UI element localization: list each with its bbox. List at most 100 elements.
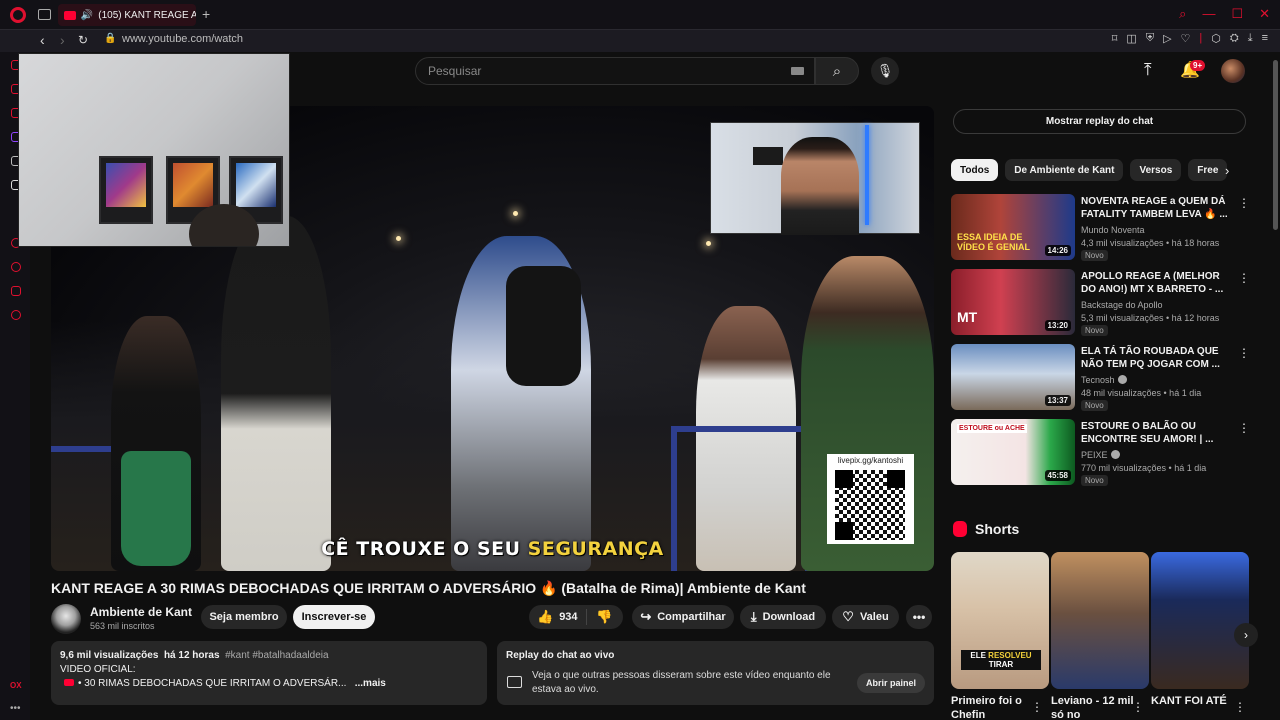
chip-channel[interactable]: De Ambiente de Kant xyxy=(1005,159,1124,181)
recommendation-item[interactable]: MT 13:20 APOLLO REAGE A (MELHOR DO ANO!)… xyxy=(951,269,1256,339)
extensions-icon[interactable]: ⬡ xyxy=(1211,32,1221,45)
channel-name[interactable]: Backstage do Apollo xyxy=(1081,300,1163,310)
channel-name[interactable]: Ambiente de Kant xyxy=(90,605,192,619)
short-title[interactable]: KANT FOI ATÉ xyxy=(1151,694,1241,720)
sidebar-extensions-icon[interactable] xyxy=(11,286,21,296)
chip-versos[interactable]: Versos xyxy=(1130,159,1182,181)
downloads-icon[interactable]: ⤓ xyxy=(1248,32,1253,45)
description-link[interactable]: 30 RIMAS DEBOCHADAS QUE IRRITAM O ADVERS… xyxy=(84,678,346,689)
minimize-icon[interactable]: — xyxy=(1202,6,1215,22)
more-vertical-icon[interactable]: ⋮ xyxy=(1238,271,1250,285)
sidebar-settings-icon[interactable] xyxy=(11,310,21,320)
subscribe-button[interactable]: Inscrever-se xyxy=(293,605,375,629)
video-title[interactable]: ESTOURE O BALÃO OU ENCONTRE SEU AMOR! | … xyxy=(1081,420,1231,446)
description-line: VIDEO OFICIAL: xyxy=(60,664,136,675)
speaker-icon[interactable]: 🔊 xyxy=(81,10,93,21)
download-icon: ⤓ xyxy=(750,609,757,624)
thumbs-down-icon: 👎 xyxy=(596,609,613,624)
short-title[interactable]: Leviano - 12 mil só no xyxy=(1051,694,1141,720)
search-input[interactable] xyxy=(428,64,788,78)
sidebar-more-icon[interactable]: ••• xyxy=(10,703,21,714)
channel-avatar[interactable] xyxy=(51,604,81,634)
close-icon[interactable]: ✕ xyxy=(1259,6,1270,22)
more-actions-button[interactable]: ••• xyxy=(906,605,932,629)
more-vertical-icon[interactable]: ⋮ xyxy=(1238,421,1250,435)
channel-name[interactable]: Tecnosh xyxy=(1081,375,1127,385)
ox-logo-icon[interactable]: OX xyxy=(10,681,22,690)
chat-replay-card-title: Replay do chat ao vivo xyxy=(506,650,615,661)
tab-bar: 🔊 (105) KANT REAGE A + ⌕ — ☐ ✕ xyxy=(0,0,1280,30)
more-vertical-icon[interactable]: ⋮ xyxy=(1238,196,1250,210)
pip-overlay-video[interactable] xyxy=(18,53,290,247)
download-button[interactable]: ⤓ Download xyxy=(740,605,826,629)
sidebar-history-icon[interactable] xyxy=(11,262,21,272)
more-vertical-icon[interactable]: ⋮ xyxy=(1031,700,1043,714)
recommendation-item[interactable]: ESSA IDEIA DE VÍDEO É GENIAL 14:26 NOVEN… xyxy=(951,194,1256,264)
channel-name[interactable]: PEIXE xyxy=(1081,450,1120,460)
more-vertical-icon[interactable]: ⋮ xyxy=(1238,346,1250,360)
shorts-next-button[interactable]: › xyxy=(1234,623,1258,647)
chip-all[interactable]: Todos xyxy=(951,159,999,181)
short-title[interactable]: Primeiro foi o Chefin xyxy=(951,694,1041,720)
back-icon[interactable]: ‹ xyxy=(40,32,45,48)
video-thumbnail[interactable]: ESTOURE ou ACHE 45:58 xyxy=(951,419,1075,485)
scrollbar-thumb[interactable] xyxy=(1273,60,1278,230)
more-vertical-icon[interactable]: ⋮ xyxy=(1132,700,1144,714)
new-tab-icon[interactable]: + xyxy=(202,6,210,22)
show-more-link[interactable]: ...mais xyxy=(355,678,386,689)
video-thumbnail[interactable]: 13:37 xyxy=(951,344,1075,410)
voice-search-button[interactable]: 🎙 xyxy=(871,57,899,85)
maximize-icon[interactable]: ☐ xyxy=(1231,6,1243,22)
open-panel-button[interactable]: Abrir painel xyxy=(857,673,925,693)
player-icon[interactable]: ▷ xyxy=(1163,32,1171,45)
short-thumbnail[interactable] xyxy=(1051,552,1149,689)
chip-free[interactable]: Free xyxy=(1188,159,1228,181)
more-vertical-icon[interactable]: ⋮ xyxy=(1234,700,1246,714)
like-button[interactable]: 👍 934 xyxy=(529,609,587,625)
like-dislike-group: 👍 934 👎 xyxy=(529,605,623,629)
keyboard-icon[interactable] xyxy=(791,67,804,75)
dislike-button[interactable]: 👎 xyxy=(587,609,612,625)
video-title: KANT REAGE A 30 RIMAS DEBOCHADAS QUE IRR… xyxy=(51,580,806,596)
reload-icon[interactable]: ↻ xyxy=(78,33,88,47)
account-avatar[interactable] xyxy=(1221,59,1245,83)
bookmark-icon[interactable]: ⌑ xyxy=(1112,32,1118,45)
share-button[interactable]: ↪ Compartilhar xyxy=(632,605,734,629)
video-thumbnail[interactable]: MT 13:20 xyxy=(951,269,1075,335)
search-button[interactable]: ⌕ xyxy=(815,57,859,85)
channel-name[interactable]: Mundo Noventa xyxy=(1081,225,1145,235)
short-thumbnail[interactable]: ELE RESOLVEU TIRAR xyxy=(951,552,1049,689)
join-button[interactable]: Seja membro xyxy=(201,605,287,629)
heart-icon[interactable]: ♡ xyxy=(1181,32,1191,45)
video-title[interactable]: APOLLO REAGE A (MELHOR DO ANO!) MT X BAR… xyxy=(1081,270,1231,296)
search-box[interactable] xyxy=(415,57,815,85)
short-thumbnail[interactable] xyxy=(1151,552,1249,689)
description-box[interactable]: 9,6 mil visualizações há 12 horas #kant … xyxy=(51,641,487,705)
video-thumbnail[interactable]: ESSA IDEIA DE VÍDEO É GENIAL 14:26 xyxy=(951,194,1075,260)
share-label: Compartilhar xyxy=(657,611,726,623)
video-title[interactable]: NOVENTA REAGE a QUEM DÁ FATALITY TAMBEM … xyxy=(1081,195,1231,221)
shield-icon[interactable]: ⛨ xyxy=(1146,32,1154,45)
video-title[interactable]: ELA TÁ TÃO ROUBADA QUE NÃO TEM PQ JOGAR … xyxy=(1081,345,1231,371)
url-field[interactable]: www.youtube.com/watch xyxy=(122,33,243,45)
thumbnail-text: ESSA IDEIA DE VÍDEO É GENIAL xyxy=(957,232,1031,252)
tab-overview-icon[interactable] xyxy=(38,9,51,20)
tab-youtube[interactable]: 🔊 (105) KANT REAGE A xyxy=(58,4,196,26)
menu-icon[interactable]: ≡ xyxy=(1262,32,1268,45)
show-chat-replay-button[interactable]: Mostrar replay do chat xyxy=(953,109,1246,134)
upload-icon[interactable]: ⤒ xyxy=(1144,60,1152,80)
chevron-right-icon[interactable]: › xyxy=(1225,163,1229,178)
recommendation-item[interactable]: 13:37 ELA TÁ TÃO ROUBADA QUE NÃO TEM PQ … xyxy=(951,344,1256,414)
lock-icon[interactable]: 🔒 xyxy=(104,33,116,44)
upload-age: há 12 horas xyxy=(163,650,220,661)
like-count: 934 xyxy=(559,611,578,623)
video-duration: 13:20 xyxy=(1044,320,1071,331)
search-tabs-icon[interactable]: ⌕ xyxy=(1179,6,1186,22)
recommendation-item[interactable]: ESTOURE ou ACHE 45:58 ESTOURE O BALÃO OU… xyxy=(951,419,1256,489)
forward-icon[interactable]: › xyxy=(60,32,65,48)
opera-logo-icon[interactable] xyxy=(10,7,26,23)
snapshot-icon[interactable]: ◫ xyxy=(1126,32,1136,45)
hashtags[interactable]: #kant #batalhadaaldeia xyxy=(225,650,328,661)
vpn-icon[interactable]: ⛭ xyxy=(1230,32,1239,45)
thanks-button[interactable]: ♡ Valeu xyxy=(832,605,899,629)
